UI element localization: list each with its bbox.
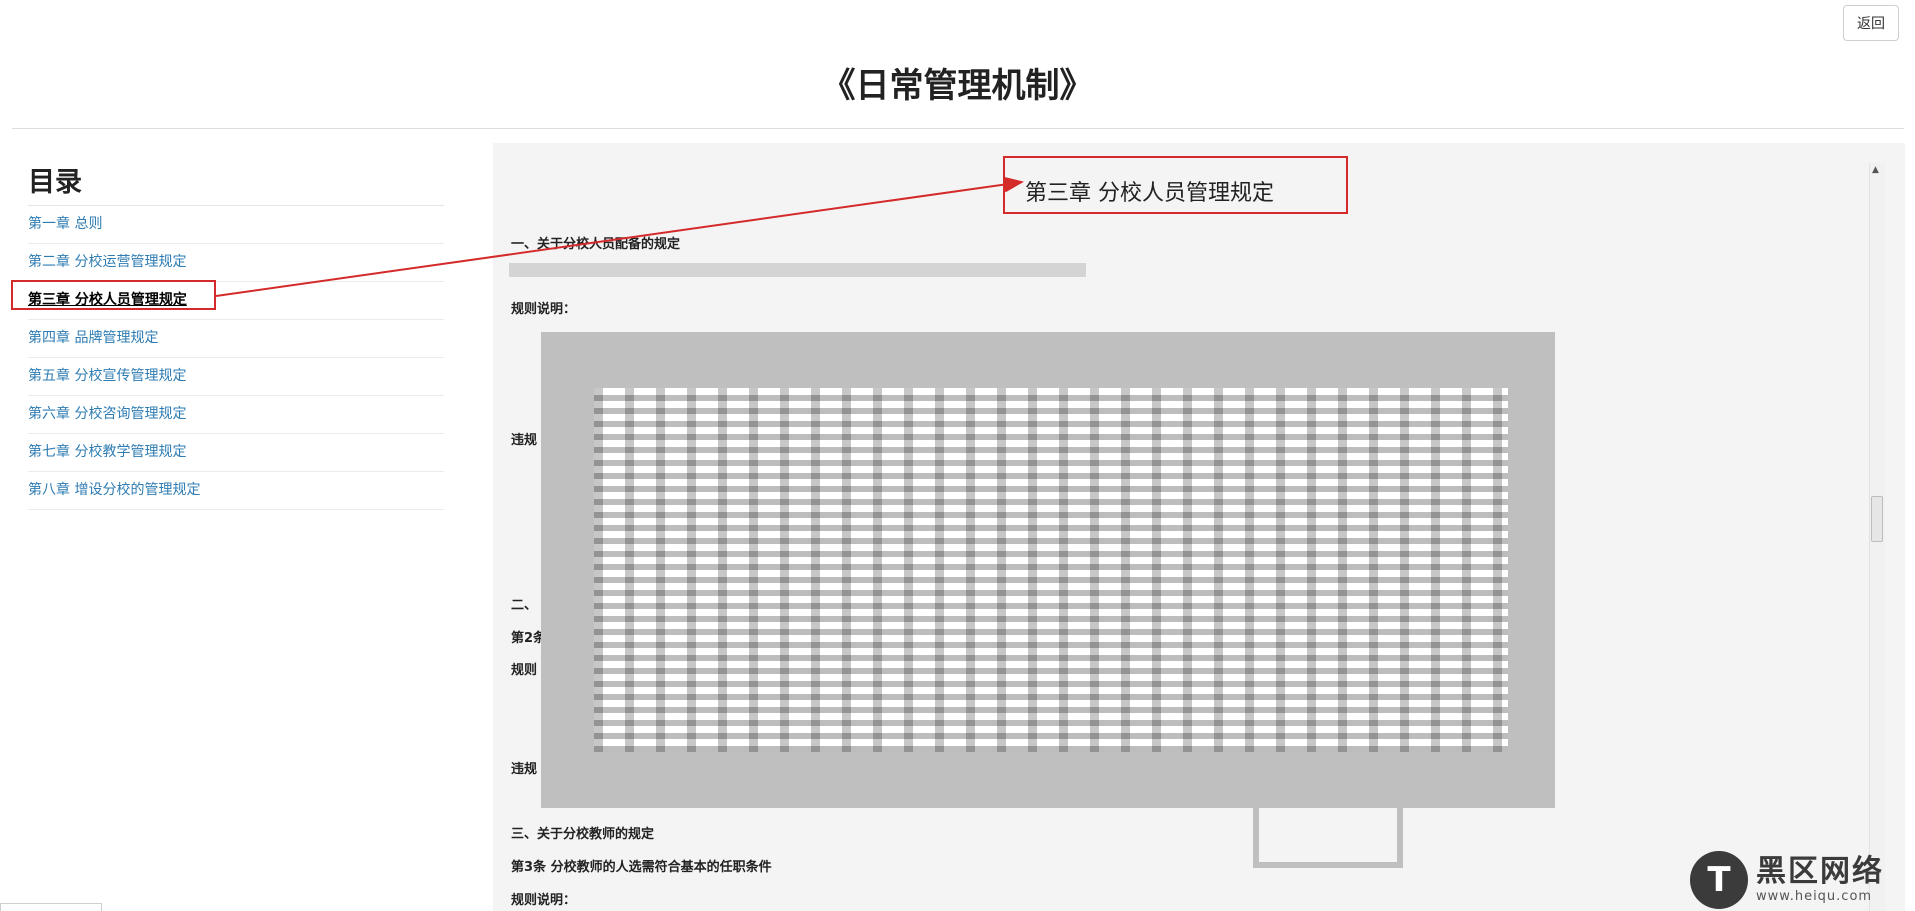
table-of-contents: 目录 第一章 总则 第二章 分校运营管理规定 第三章 分校人员管理规定 第四章 … [28,160,444,510]
blurred-text-line [509,263,1086,277]
section-heading-2: 二、 [511,598,538,613]
rule-description-label-2: 规则 [511,663,538,678]
watermark-logo-icon: T [1690,850,1748,909]
toc-item-chapter-6[interactable]: 第六章 分校咨询管理规定 [28,396,444,434]
redaction-fragment [1253,808,1403,868]
toc-item-chapter-1[interactable]: 第一章 总则 [28,206,444,244]
site-watermark: T 黑区网络 www.heiqu.com [1690,848,1915,911]
violation-label-2: 违规 [511,762,538,777]
chapter-title: 第三章 分校人员管理规定 [1025,181,1274,206]
scroll-up-arrow-icon[interactable]: ▲ [1872,165,1879,175]
rule-description-label-3: 规则说明： [511,893,577,908]
toc-item-chapter-2[interactable]: 第二章 分校运营管理规定 [28,244,444,282]
redaction-grid [594,388,1508,752]
toc-heading: 目录 [28,160,444,206]
back-button[interactable]: 返回 [1843,5,1899,41]
page-title: 《日常管理机制》 [821,66,1094,106]
watermark-url: www.heiqu.com [1756,889,1873,904]
toc-item-chapter-8[interactable]: 第八章 增设分校的管理规定 [28,472,444,510]
watermark-text: 黑区网络 www.heiqu.com [1756,854,1884,905]
content-panel[interactable]: 第三章 分校人员管理规定 一、关于分校人员配备的规定 规则说明： 违规 二、 第… [493,143,1905,911]
toc-item-chapter-5[interactable]: 第五章 分校宣传管理规定 [28,358,444,396]
title-divider [12,128,1904,129]
toc-highlight-box [11,280,216,310]
toc-item-chapter-7[interactable]: 第七章 分校教学管理规定 [28,434,444,472]
rule-description-label-1: 规则说明： [511,302,577,317]
page: 返回 《日常管理机制》 目录 第一章 总则 第二章 分校运营管理规定 第三章 分… [0,0,1915,911]
scrollbar-thumb[interactable] [1871,496,1883,542]
toc-item-chapter-4[interactable]: 第四章 品牌管理规定 [28,320,444,358]
section-heading-1: 一、关于分校人员配备的规定 [511,237,681,252]
content-scrollbar[interactable]: ▲ [1869,163,1885,911]
toc-list: 第一章 总则 第二章 分校运营管理规定 第三章 分校人员管理规定 第四章 品牌管… [28,206,444,510]
article-label-3: 第3条 分校教师的人选需符合基本的任职条件 [511,860,772,875]
redacted-area [541,332,1555,808]
section-heading-3: 三、关于分校教师的规定 [511,827,655,842]
violation-label-1: 违规 [511,433,538,448]
redaction-pattern [594,388,1508,752]
watermark-name: 黑区网络 [1756,854,1884,889]
bottom-ui-fragment [0,903,102,911]
